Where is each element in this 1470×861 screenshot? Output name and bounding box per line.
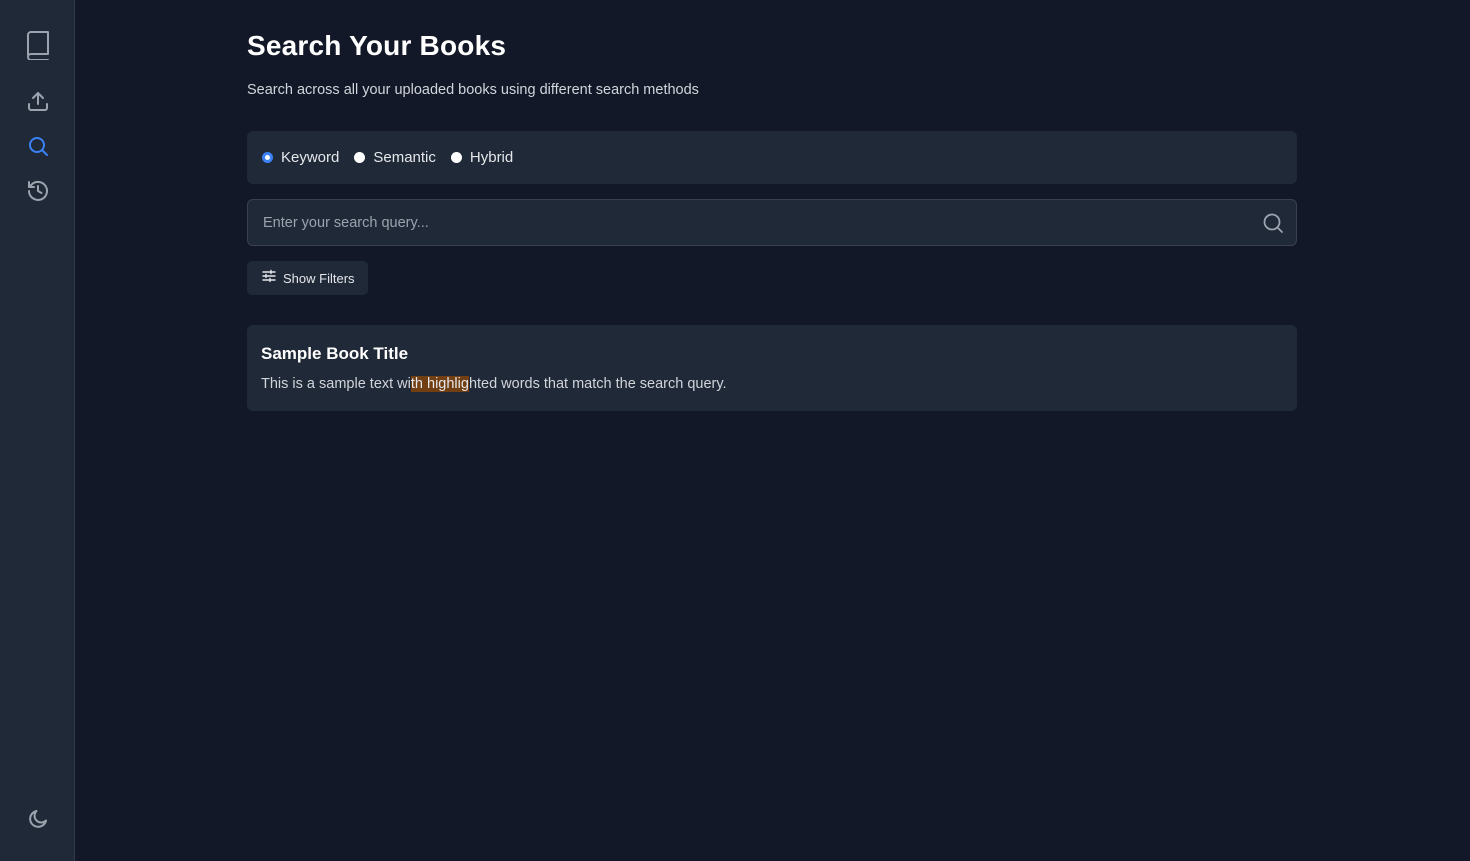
search-mode-selector: Keyword Semantic Hybrid <box>247 131 1297 184</box>
page-title: Search Your Books <box>247 30 507 61</box>
show-filters-label: Show Filters <box>283 270 355 286</box>
search-icon <box>27 135 49 157</box>
page-subtitle: Search across all your uploaded books us… <box>247 82 699 98</box>
sidebar-item-search[interactable] <box>19 127 57 165</box>
radio-semantic[interactable] <box>354 152 366 163</box>
sidebar <box>0 0 75 861</box>
search-submit-icon[interactable] <box>1262 212 1284 234</box>
result-snippet: This is a sample text with highlighted w… <box>261 376 727 392</box>
radio-keyword[interactable] <box>262 152 273 163</box>
radio-hybrid[interactable] <box>450 152 462 163</box>
sidebar-item-upload[interactable] <box>19 82 57 120</box>
mode-label-keyword: Keyword <box>281 149 340 166</box>
mode-option-keyword[interactable]: Keyword <box>262 149 339 166</box>
sliders-icon <box>262 269 283 288</box>
search-bar <box>247 199 1297 246</box>
mode-label-semantic: Semantic <box>373 149 436 166</box>
search-result-card[interactable]: Sample Book Title This is a sample text … <box>247 325 1297 411</box>
moon-icon <box>27 808 49 830</box>
history-icon <box>27 180 49 202</box>
upload-icon <box>27 90 49 112</box>
mode-label-hybrid: Hybrid <box>469 149 514 166</box>
result-title: Sample Book Title <box>261 344 409 363</box>
sidebar-item-library[interactable] <box>19 26 57 64</box>
snippet-highlight: th highlig <box>410 376 469 392</box>
book-icon <box>25 30 51 60</box>
show-filters-button[interactable]: Show Filters <box>247 261 368 295</box>
snippet-text: This is a sample text wi <box>261 376 411 392</box>
app-root: Search Your Books Search across all your… <box>0 0 1470 861</box>
sidebar-item-history[interactable] <box>19 172 57 210</box>
theme-toggle-button[interactable] <box>19 800 57 838</box>
search-input[interactable] <box>248 200 1248 245</box>
snippet-text: hted words that match the search query. <box>468 376 727 392</box>
mode-option-semantic[interactable]: Semantic <box>354 149 436 166</box>
mode-option-hybrid[interactable]: Hybrid <box>450 149 514 166</box>
